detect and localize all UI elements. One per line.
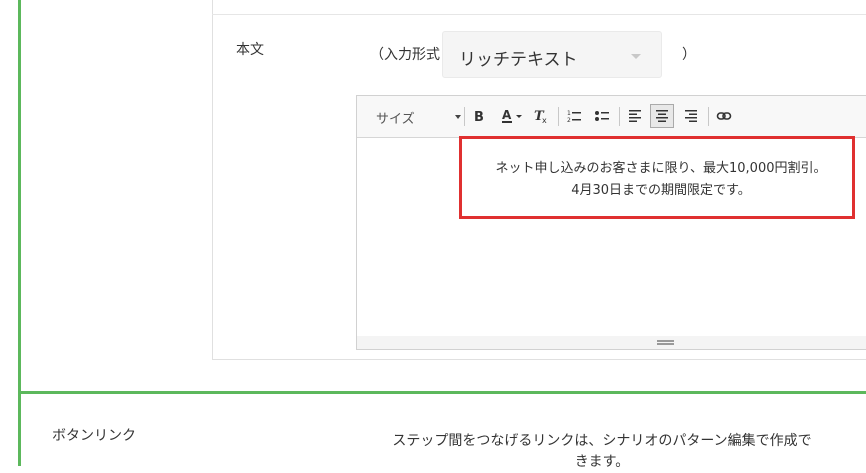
font-size-label: サイズ	[376, 112, 415, 127]
section-divider	[18, 391, 866, 394]
resize-grip-icon	[657, 340, 674, 345]
svg-text:B: B	[474, 110, 484, 123]
align-right-icon	[685, 110, 697, 122]
rich-text-editor: サイズ B A Tx 12 ネット申し込みのお客さまに限り、最大10,000円割…	[356, 95, 866, 350]
body-field-label: 本文	[236, 42, 264, 58]
editor-toolbar: サイズ B A Tx 12	[357, 96, 866, 138]
text-color-button[interactable]: A	[498, 104, 526, 128]
text-color-icon: A	[502, 108, 522, 123]
numbered-list-button[interactable]: 12	[562, 104, 586, 128]
numbered-list-icon: 12	[567, 110, 581, 124]
svg-text:1: 1	[567, 110, 571, 117]
align-left-button[interactable]	[623, 104, 647, 128]
svg-text:A: A	[502, 108, 512, 122]
svg-text:2: 2	[567, 117, 571, 124]
input-format-value: リッチテキスト	[459, 50, 578, 70]
chevron-down-icon	[631, 54, 641, 59]
link-button[interactable]	[712, 104, 736, 128]
bold-button[interactable]: B	[467, 104, 491, 128]
highlight-box	[459, 136, 855, 219]
bulleted-list-button[interactable]	[590, 104, 614, 128]
align-left-icon	[629, 110, 641, 122]
toolbar-separator	[558, 107, 559, 126]
toolbar-separator	[708, 107, 709, 126]
bold-icon: B	[474, 110, 484, 123]
section-border-left	[18, 0, 21, 466]
font-size-select[interactable]: サイズ	[369, 96, 461, 137]
toolbar-separator	[619, 107, 620, 126]
input-format-close: ）	[682, 47, 696, 63]
remove-format-icon: Tx	[534, 109, 547, 124]
toolbar-separator	[464, 107, 465, 126]
svg-text:x: x	[542, 116, 547, 124]
align-center-icon	[656, 110, 668, 122]
link-icon	[716, 112, 732, 120]
align-center-button[interactable]	[650, 104, 674, 128]
editor-resize-handle[interactable]	[357, 336, 866, 349]
caret-down-icon	[455, 115, 461, 119]
bulleted-list-icon	[595, 111, 609, 121]
input-format-select[interactable]: リッチテキスト	[442, 31, 662, 78]
remove-format-button[interactable]: Tx	[529, 104, 553, 128]
input-format-label: （入力形式	[370, 47, 440, 63]
align-right-button[interactable]	[679, 104, 703, 128]
button-link-label: ボタンリンク	[52, 428, 136, 444]
button-link-description: ステップ間をつなげるリンクは、シナリオのパターン編集で作成できます。	[392, 433, 812, 470]
panel-separator	[212, 14, 866, 15]
